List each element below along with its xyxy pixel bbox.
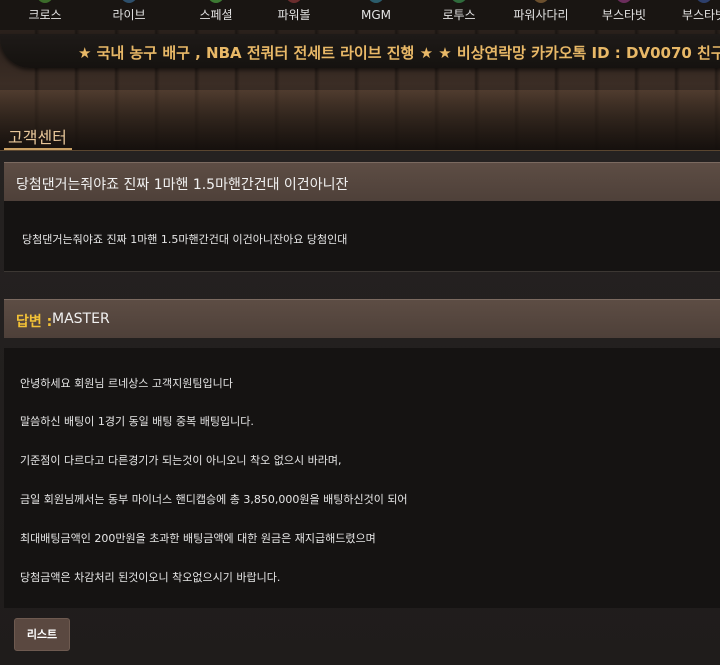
nav-item-special[interactable]: 스페셜 xyxy=(176,0,256,30)
nav-item-label: 로투스 xyxy=(442,8,476,22)
question-header: 당첨댄거는줘야죠 진짜 1마핸 1.5마핸간건대 이건아니잔 xyxy=(4,162,720,202)
nav-mgm-icon xyxy=(368,0,384,3)
nav-item-bustabit-2[interactable]: 부스타빗 xyxy=(664,0,720,30)
answer-body: 안녕하세요 회원님 르네상스 고객지원팀입니다 말씀하신 배팅이 1경기 동일 … xyxy=(4,348,720,608)
nav-item-label: 부스타빗 xyxy=(681,8,720,22)
answer-line: 기준점이 다르다고 다른경기가 되는것이 아니오니 착오 없으시 바라며, xyxy=(20,454,342,467)
answer-line: 안녕하세요 회원님 르네상스 고객지원팀입니다 xyxy=(20,377,233,390)
top-nav: 크로스 라이브 스페셜 파워볼 MGM 로투스 파워사다리 부스타빗 부스타빗 xyxy=(0,0,720,30)
answer-line: 금일 회원님께서는 동부 마이너스 핸디캡승에 총 3,850,000원을 배팅… xyxy=(20,493,408,506)
nav-item-lotus[interactable]: 로투스 xyxy=(419,0,499,30)
nav-item-power-ladder[interactable]: 파워사다리 xyxy=(501,0,581,30)
answer-line: 최대배팅금액인 200만원을 초과한 배팅금액에 대한 원금은 재지급해드렸으며 xyxy=(20,532,376,545)
nav-item-powerball[interactable]: 파워볼 xyxy=(254,0,334,30)
nav-item-label: 스페셜 xyxy=(199,8,233,22)
answer-line: 당첨금액은 차감처리 된것이오니 착오없으시기 바랍니다. xyxy=(20,571,281,584)
nav-bustabit-icon xyxy=(616,0,632,3)
nav-item-label: 라이브 xyxy=(112,8,146,22)
nav-powerball-icon xyxy=(286,0,302,3)
nav-cross-icon xyxy=(37,0,53,3)
answer-author: MASTER xyxy=(52,311,110,327)
answer-line: 말씀하신 배팅이 1경기 동일 배팅 중복 배팅입니다. xyxy=(20,415,254,428)
nav-item-live[interactable]: 라이브 xyxy=(89,0,169,30)
answer-label: 답변 : xyxy=(16,314,53,330)
nav-special-icon xyxy=(208,0,224,3)
banner: ★ 국내 농구 배구 , NBA 전쿼터 전세트 라이브 진행 ★ ★ 비상연락… xyxy=(0,30,720,150)
page-title: 고객센터 xyxy=(8,128,67,147)
answer-header: 답변 : MASTER xyxy=(4,299,720,338)
content-panel: 당첨댄거는줘야죠 진짜 1마핸 1.5마핸간건대 이건아니잔 당첨댄거는줘야죠 … xyxy=(0,151,720,665)
nav-item-label: 파워볼 xyxy=(277,8,311,22)
ticker-text: ★ 국내 농구 배구 , NBA 전쿼터 전세트 라이브 진행 ★ ★ 비상연락… xyxy=(78,44,720,62)
question-text: 당첨댄거는줘야죠 진짜 1마핸 1.5마핸간건대 이건아니잔아요 당첨인대 xyxy=(22,233,348,246)
nav-item-cross[interactable]: 크로스 xyxy=(5,0,85,30)
nav-bustabit-2-icon xyxy=(696,0,712,3)
notice-ticker: ★ 국내 농구 배구 , NBA 전쿼터 전세트 라이브 진행 ★ ★ 비상연락… xyxy=(0,34,720,68)
nav-item-label: 크로스 xyxy=(28,8,62,22)
nav-item-label: MGM xyxy=(360,8,391,22)
list-button[interactable]: 리스트 xyxy=(14,618,70,651)
question-title: 당첨댄거는줘야죠 진짜 1마핸 1.5마핸간건대 이건아니잔 xyxy=(16,177,349,193)
nav-live-icon xyxy=(121,0,137,3)
nav-item-label: 부스타빗 xyxy=(601,8,647,22)
nav-power-ladder-icon xyxy=(533,0,549,3)
banner-background xyxy=(0,90,720,150)
nav-lotus-icon xyxy=(451,0,467,3)
question-body: 당첨댄거는줘야죠 진짜 1마핸 1.5마핸간건대 이건아니잔아요 당첨인대 xyxy=(4,201,720,272)
nav-item-label: 파워사다리 xyxy=(513,8,569,22)
nav-item-mgm[interactable]: MGM xyxy=(336,0,416,30)
nav-item-bustabit[interactable]: 부스타빗 xyxy=(584,0,664,30)
